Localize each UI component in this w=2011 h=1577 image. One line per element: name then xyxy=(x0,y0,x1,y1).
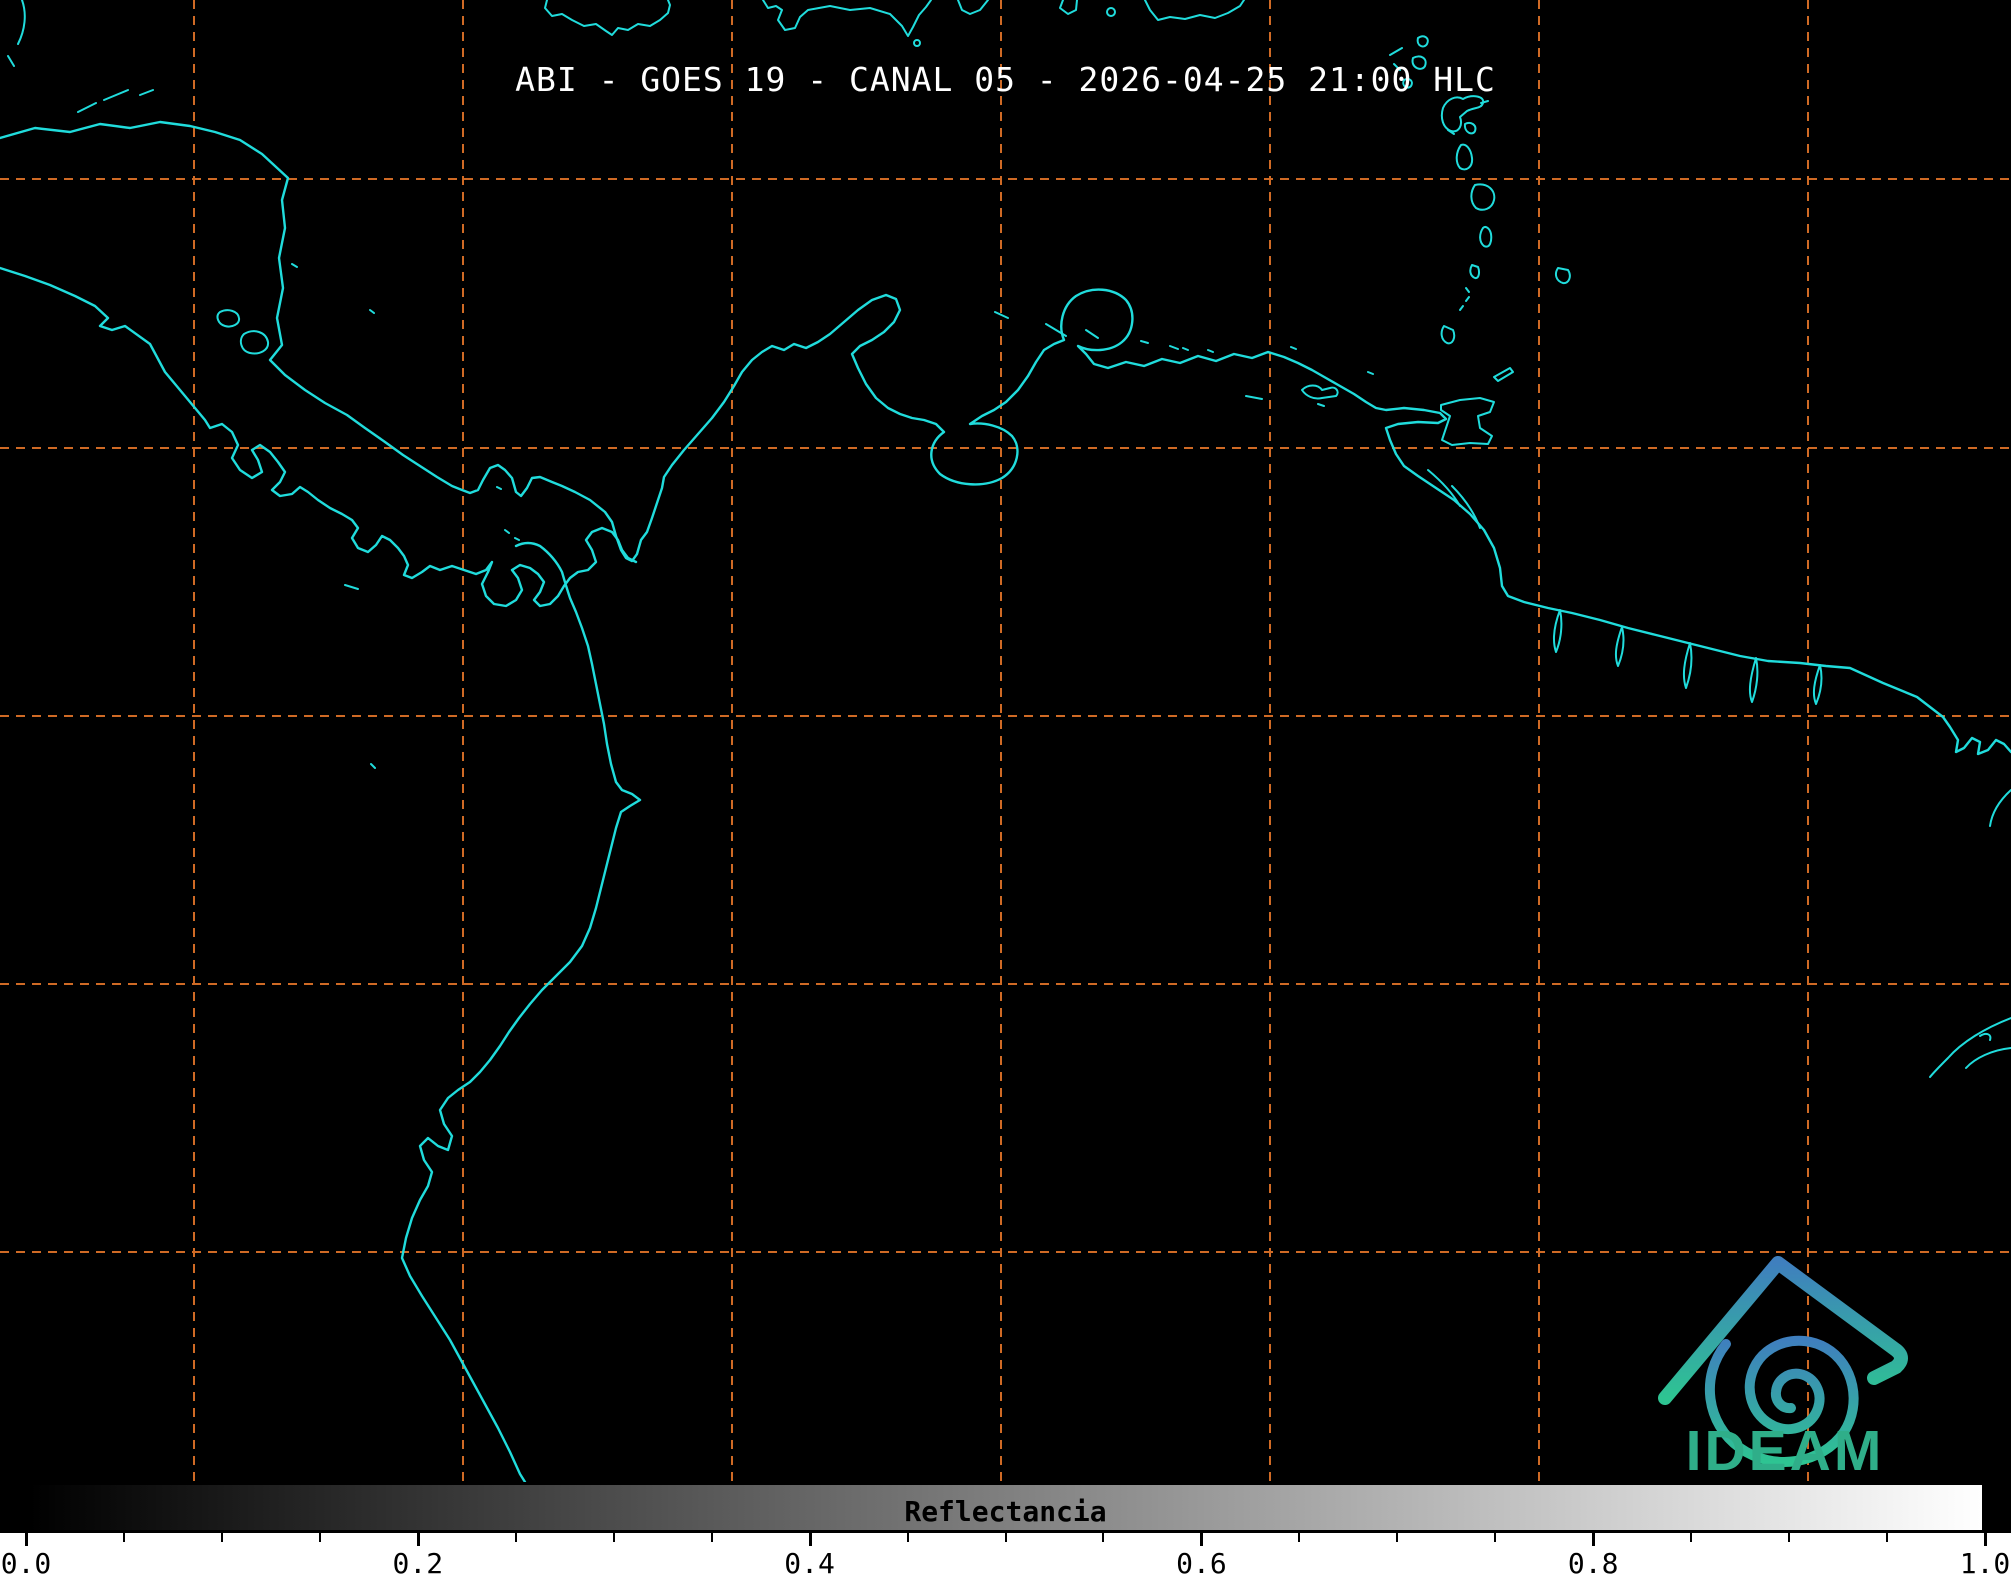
colorbar-major-tick xyxy=(417,1533,420,1546)
colorbar-major-tick xyxy=(809,1533,812,1546)
coastline-mainland-caribbean xyxy=(0,122,2011,754)
colorbar-axis: 0.0 0.2 0.4 0.6 0.8 1.0 xyxy=(0,1533,2011,1577)
colorbar-minor-tick xyxy=(1886,1533,1888,1542)
colorbar-minor-tick xyxy=(1102,1533,1104,1542)
coastline-river-mouths xyxy=(1554,610,1821,704)
colorbar-minor-tick xyxy=(1690,1533,1692,1542)
islands-small-dots xyxy=(292,264,519,768)
colorbar-tick-label: 0.8 xyxy=(1568,1547,1619,1577)
island-dot-south-hispaniola xyxy=(914,40,920,46)
colorbar-minor-tick xyxy=(515,1533,517,1542)
map-canvas: ABI - GOES 19 - CANAL 05 - 2026-04-25 21… xyxy=(0,0,2011,1482)
colorbar-minor-tick xyxy=(1788,1533,1790,1542)
colorbar-minor-tick xyxy=(907,1533,909,1542)
island-hispaniola xyxy=(763,0,1077,36)
colorbar-minor-tick xyxy=(123,1533,125,1542)
colorbar-major-tick xyxy=(1984,1533,1987,1546)
colorbar-major-tick xyxy=(25,1533,28,1546)
ideam-logo-text: IDEAM xyxy=(1640,1418,1930,1484)
colorbar-gradient: Reflectancia xyxy=(26,1482,1985,1533)
colorbar-minor-tick xyxy=(319,1533,321,1542)
island-jamaica xyxy=(545,0,670,35)
colorbar-major-tick xyxy=(1592,1533,1595,1546)
colorbar-minor-tick xyxy=(221,1533,223,1542)
colorbar-tick-label: 0.0 xyxy=(1,1547,52,1577)
lake-nicaragua xyxy=(218,310,269,353)
colorbar-minor-tick xyxy=(711,1533,713,1542)
islands-venezuela-offshore xyxy=(995,312,1373,406)
colorbar-tick-label: 1.0 xyxy=(1960,1547,2011,1577)
colorbar-row: Reflectancia xyxy=(0,1482,2011,1533)
colorbar-minor-tick xyxy=(1396,1533,1398,1542)
island-tobago xyxy=(1494,368,1513,381)
map-title: ABI - GOES 19 - CANAL 05 - 2026-04-25 21… xyxy=(0,60,2011,99)
island-puerto-rico xyxy=(1145,0,1244,20)
colorbar-minor-tick xyxy=(1005,1533,1007,1542)
colorbar-label: Reflectancia xyxy=(29,1495,1982,1528)
colorbar-tick-label: 0.2 xyxy=(393,1547,444,1577)
island-trinidad xyxy=(1441,398,1494,445)
island-mona xyxy=(1107,8,1115,16)
colorbar-minor-tick xyxy=(1298,1533,1300,1542)
colorbar-minor-tick xyxy=(1494,1533,1496,1542)
colorbar-tick-label: 0.4 xyxy=(784,1547,835,1577)
colorbar-major-tick xyxy=(1200,1533,1203,1546)
colorbar-tick-label: 0.6 xyxy=(1176,1547,1227,1577)
river-amazon-mouth xyxy=(1930,790,2011,1077)
coastline-mainland-pacific xyxy=(0,268,640,1482)
satellite-image-viewer: ABI - GOES 19 - CANAL 05 - 2026-04-25 21… xyxy=(0,0,2011,1577)
colorbar-minor-tick xyxy=(613,1533,615,1542)
